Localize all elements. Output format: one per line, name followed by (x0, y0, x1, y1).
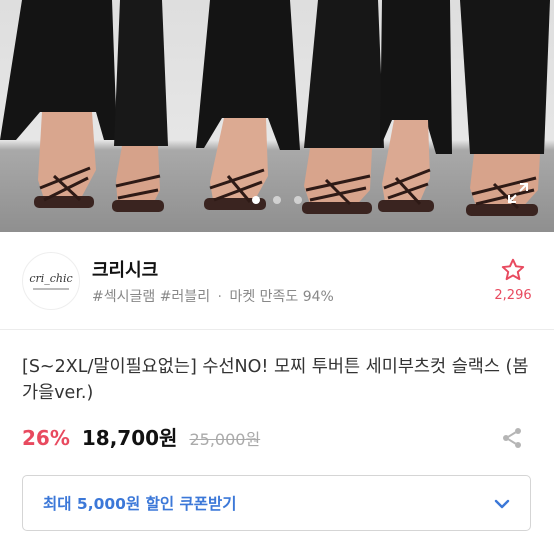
separator: · (217, 289, 222, 305)
shop-tags: #섹시글램 #러블리 (92, 289, 211, 305)
coupon-button[interactable]: 최대 5,000원 할인 쿠폰받기 (22, 475, 531, 531)
coupon-label: 최대 5,000원 할인 쿠폰받기 (43, 495, 237, 513)
share-icon[interactable] (500, 426, 524, 450)
carousel-dot[interactable] (273, 196, 281, 204)
carousel-dot[interactable] (294, 196, 302, 204)
favorite-count: 2,296 (494, 288, 532, 303)
shop-logo[interactable]: cri_chic (22, 252, 80, 310)
shop-tags-line: #섹시글램 #러블리 · 마켓 만족도 94% (92, 286, 334, 306)
shop-satisfaction: 마켓 만족도 94% (229, 289, 334, 305)
shop-info[interactable]: cri_chic 크리시크 #섹시글램 #러블리 · 마켓 만족도 94% 2,… (0, 233, 554, 330)
favorite-button[interactable]: 2,296 (491, 257, 535, 317)
price-row: 26% 18,700원 25,000원 (22, 422, 260, 452)
logo-underline (33, 288, 69, 290)
product-image[interactable] (0, 0, 554, 232)
chevron-down-icon (492, 494, 512, 514)
carousel-dots (0, 196, 554, 206)
shop-name[interactable]: 크리시크 (92, 256, 158, 282)
shop-logo-text: cri_chic (29, 272, 73, 285)
carousel-dot[interactable] (252, 196, 260, 204)
discount-rate: 26% (22, 426, 70, 450)
sale-price: 18,700원 (81, 426, 178, 450)
expand-icon[interactable] (506, 181, 530, 205)
original-price: 25,000원 (189, 430, 261, 449)
star-icon[interactable] (500, 257, 526, 283)
product-title: [S~2XL/말이필요없는] 수선NO! 모찌 투버튼 세미부츠컷 슬랙스 (봄… (22, 357, 529, 403)
